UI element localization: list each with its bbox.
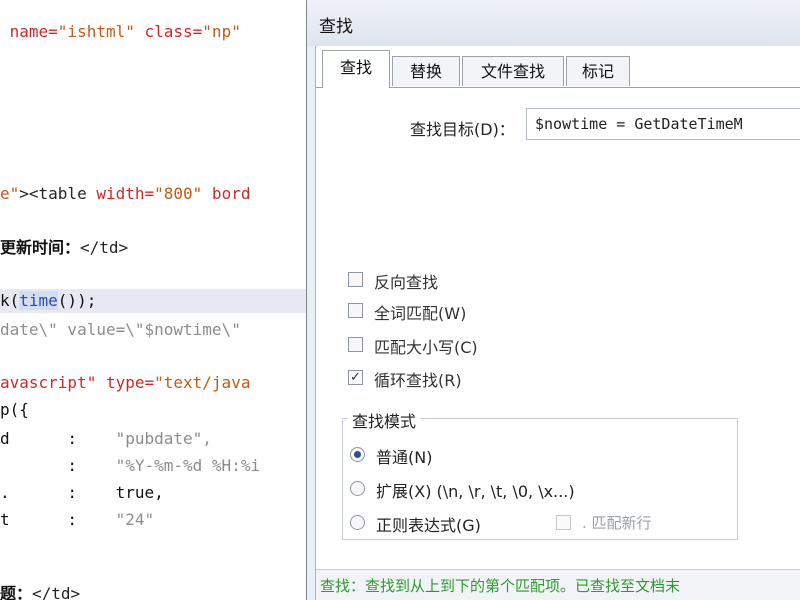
code-token: name=	[0, 22, 58, 41]
code-line[interactable]: avascript" type="text/java	[0, 371, 250, 395]
code-token: avascript"	[0, 373, 97, 392]
code-token: class=	[134, 22, 203, 41]
status-message: 查找：查找到从上到下的第个匹配项。已查找至文档末	[320, 577, 681, 595]
status-bar: 查找：查找到从上到下的第个匹配项。已查找至文档末	[316, 569, 800, 600]
code-line-current[interactable]: k(time());	[0, 289, 306, 313]
code-line[interactable]: p({	[0, 398, 29, 422]
radio-button[interactable]	[350, 515, 365, 530]
tab-find[interactable]: 查找	[322, 50, 390, 88]
tab-find-in-files[interactable]: 文件查找	[462, 56, 564, 86]
code-token: ());	[57, 291, 97, 310]
code-token: t :	[0, 510, 116, 529]
code-editor[interactable]: name="ishtml" class="np" e"><table width…	[0, 0, 306, 600]
find-dialog: 查找 查找 替换 文件查找 标记 查找目标(D)： $nowtime = Get…	[306, 0, 800, 600]
code-token: type=	[96, 373, 155, 392]
option-label: 匹配大小写(C)	[374, 338, 478, 357]
find-target-label: 查找目标(D)：	[410, 120, 515, 139]
dialog-title-bar[interactable]: 查找	[307, 0, 800, 46]
option-label: 全词匹配(W)	[374, 304, 467, 323]
code-token: </td>	[80, 238, 129, 257]
code-token: :	[0, 456, 116, 475]
mode-label: 扩展(X) (\n, \r, \t, \0, \x...)	[376, 482, 575, 501]
code-token: d :	[0, 429, 116, 448]
code-line[interactable]: : "%Y-%m-%d %H:%i	[0, 454, 260, 478]
option-label: . 匹配新行	[582, 514, 652, 532]
find-target-input[interactable]: $nowtime = GetDateTimeM	[526, 108, 800, 140]
option-label: 反向查找	[374, 273, 439, 292]
code-token: e"	[0, 184, 20, 203]
code-token: "24"	[115, 510, 155, 529]
code-token: date\" value=\"$nowtime\"	[0, 320, 241, 339]
code-line[interactable]: d : "pubdate",	[0, 427, 212, 451]
code-token: time	[19, 291, 58, 310]
code-token: bord	[202, 184, 251, 203]
code-token: . :	[0, 483, 116, 502]
code-line[interactable]: name="ishtml" class="np"	[0, 20, 241, 44]
code-line[interactable]: t : "24"	[0, 508, 154, 532]
code-token: true,	[115, 483, 164, 502]
code-token: k(	[0, 291, 20, 310]
code-line[interactable]: 题：</td>	[0, 582, 80, 600]
checkbox[interactable]	[348, 272, 363, 287]
code-token: "text/java	[154, 373, 251, 392]
code-token: p({	[0, 400, 29, 419]
code-token: "ishtml"	[57, 22, 135, 41]
code-token: </td>	[32, 584, 81, 600]
code-token: "800"	[154, 184, 203, 203]
code-token: "np"	[202, 22, 241, 41]
tab-replace[interactable]: 替换	[392, 56, 460, 86]
radio-button[interactable]	[350, 447, 365, 462]
code-token: "%Y-%m-%d %H:%i	[115, 456, 261, 475]
checkbox[interactable]: ✓	[348, 370, 363, 385]
checkbox-disabled[interactable]	[556, 515, 571, 530]
code-token: width=	[96, 184, 155, 203]
mode-label: 普通(N)	[376, 448, 433, 467]
code-line[interactable]: . : true,	[0, 481, 164, 505]
radio-button[interactable]	[350, 481, 365, 496]
code-token: ><table	[19, 184, 97, 203]
code-token: "pubdate",	[115, 429, 212, 448]
code-token: 更新时间：	[0, 238, 81, 257]
mode-label: 正则表达式(G)	[376, 516, 481, 535]
code-line[interactable]: 更新时间：</td>	[0, 236, 128, 260]
dialog-title: 查找	[319, 17, 353, 37]
code-line[interactable]: e"><table width="800" bord	[0, 182, 250, 206]
code-line[interactable]: date\" value=\"$nowtime\"	[0, 318, 241, 342]
code-token: 题：	[0, 584, 33, 600]
checkbox[interactable]	[348, 337, 363, 352]
dialog-body: 查找 替换 文件查找 标记 查找目标(D)： $nowtime = GetDat…	[315, 46, 800, 600]
search-mode-legend: 查找模式	[348, 408, 421, 432]
option-label: 循环查找(R)	[374, 371, 462, 390]
tab-mark[interactable]: 标记	[566, 56, 630, 86]
checkbox[interactable]	[348, 303, 363, 318]
